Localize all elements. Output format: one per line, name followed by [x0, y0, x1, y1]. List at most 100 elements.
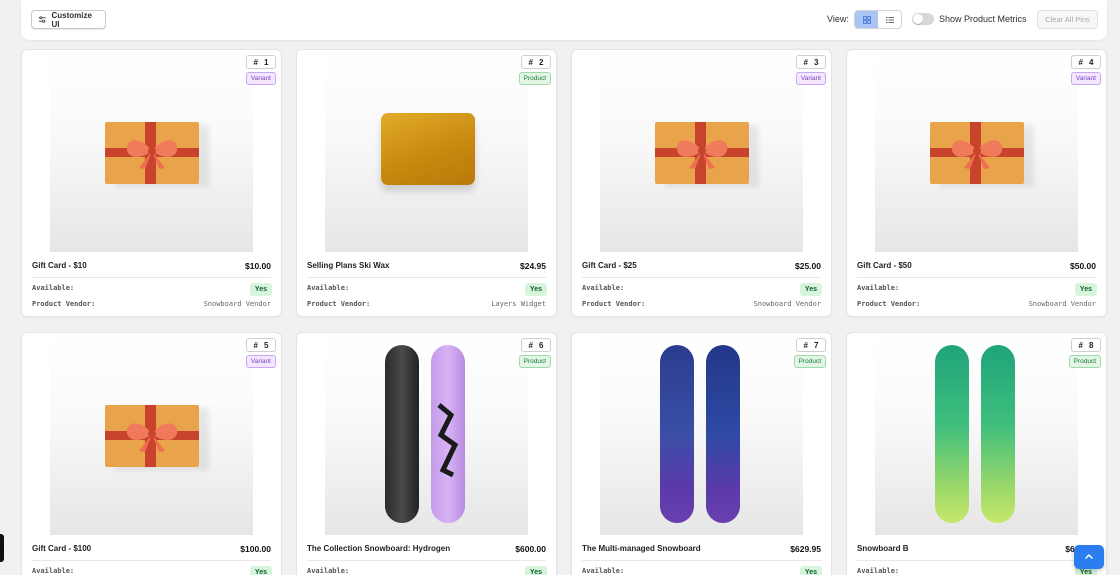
pin-number: 7	[814, 340, 819, 350]
product-price: $629.95	[790, 544, 821, 554]
view-toggle	[854, 10, 902, 29]
clear-all-pins-button[interactable]: Clear All Pins	[1037, 10, 1098, 29]
divider	[32, 560, 271, 561]
pin-number: 8	[1089, 340, 1094, 350]
type-badge: Variant	[795, 72, 826, 85]
product-title: Snowboard B	[857, 544, 909, 553]
view-label: View:	[827, 14, 849, 24]
available-label: Available:	[32, 567, 75, 575]
product-image[interactable]	[600, 50, 803, 252]
product-image[interactable]	[875, 50, 1078, 252]
pin-badge[interactable]: #7	[796, 338, 826, 352]
divider	[32, 277, 271, 278]
type-badge: Variant	[245, 72, 276, 85]
side-panel-handle[interactable]	[0, 534, 4, 562]
vendor-value: Snowboard Vendor	[1028, 300, 1096, 308]
divider	[582, 560, 821, 561]
product-title: Selling Plans Ski Wax	[307, 261, 390, 270]
pin-hash: #	[1078, 57, 1083, 67]
vendor-label: Product Vendor:	[857, 300, 921, 308]
pin-badge[interactable]: #4	[1071, 55, 1101, 69]
available-value: Yes	[524, 283, 547, 296]
vendor-value: Snowboard Vendor	[203, 300, 271, 308]
product-image[interactable]	[50, 50, 253, 252]
product-image[interactable]	[50, 333, 253, 535]
product-title: The Collection Snowboard: Hydrogen	[307, 544, 451, 553]
available-value: Yes	[249, 566, 272, 575]
pin-badge[interactable]: #2	[521, 55, 551, 69]
product-metrics-toggle[interactable]	[912, 13, 934, 25]
available-label: Available:	[582, 284, 625, 292]
product-title: The Multi-managed Snowboard	[582, 544, 701, 553]
customize-ui-label: Customize UI	[51, 10, 92, 29]
pin-badge[interactable]: #3	[796, 55, 826, 69]
product-price: $24.95	[520, 261, 546, 271]
pin-number: 2	[539, 57, 544, 67]
pin-badge[interactable]: #6	[521, 338, 551, 352]
product-card[interactable]: #7 Product The Multi-managed Snowboard $629…	[571, 332, 832, 575]
vendor-value: Layers Widget	[491, 300, 546, 308]
available-value: Yes	[799, 283, 822, 296]
grid-icon	[862, 15, 871, 24]
divider	[582, 277, 821, 278]
gift-card-image	[105, 405, 199, 467]
pin-number: 1	[264, 57, 269, 67]
product-card[interactable]: #4 Variant Gift Card - $50 $50.00 Available:…	[846, 49, 1107, 317]
available-label: Available:	[32, 284, 75, 292]
available-value: Yes	[1074, 283, 1097, 296]
customize-ui-button[interactable]: Customize UI	[31, 10, 106, 29]
available-label: Available:	[857, 284, 900, 292]
pin-badge[interactable]: #8	[1071, 338, 1101, 352]
available-label: Available:	[857, 567, 900, 575]
product-image[interactable]	[325, 50, 528, 252]
product-card[interactable]: #2 Product Selling Plans Ski Wax $24.95 Avai…	[296, 49, 557, 317]
vendor-label: Product Vendor:	[307, 300, 371, 308]
grid-view-button[interactable]	[855, 11, 878, 28]
pin-hash: #	[528, 340, 533, 350]
pin-number: 6	[539, 340, 544, 350]
product-metrics-label: Show Product Metrics	[939, 14, 1027, 24]
type-badge: Product	[518, 72, 551, 85]
pin-badge[interactable]: #1	[246, 55, 276, 69]
available-value: Yes	[799, 566, 822, 575]
type-badge: Variant	[1070, 72, 1101, 85]
list-icon	[885, 16, 894, 23]
product-price: $10.00	[245, 261, 271, 271]
product-card[interactable]: #5 Variant Gift Card - $100 $100.00 Availabl…	[21, 332, 282, 575]
toggle-knob	[913, 14, 923, 24]
toolbar: Customize UI View: Show Product Metrics …	[21, 0, 1107, 40]
divider	[307, 277, 546, 278]
pin-number: 3	[814, 57, 819, 67]
divider	[307, 560, 546, 561]
pin-badge[interactable]: #5	[246, 338, 276, 352]
product-image[interactable]	[875, 333, 1078, 535]
available-label: Available:	[307, 567, 350, 575]
product-card[interactable]: #1 Variant Gift Card - $10 $10.00 Available:…	[21, 49, 282, 317]
product-card[interactable]: #8ProductSnowboard B$629.95Available:Yes…	[846, 332, 1107, 575]
product-image[interactable]	[600, 333, 803, 535]
product-title: Gift Card - $100	[32, 544, 92, 553]
gift-card-image	[655, 122, 749, 184]
scroll-to-top-button[interactable]	[1074, 545, 1104, 569]
available-value: Yes	[249, 283, 272, 296]
pin-hash: #	[528, 57, 533, 67]
product-image[interactable]	[325, 333, 528, 535]
pin-hash: #	[253, 340, 258, 350]
available-label: Available:	[307, 284, 350, 292]
type-badge: Variant	[245, 355, 276, 368]
product-price: $600.00	[515, 544, 546, 554]
type-badge: Product	[793, 355, 826, 368]
product-card[interactable]: #6 Product The Collection Snowboard: Hydro…	[296, 332, 557, 575]
sliders-icon	[38, 16, 46, 23]
list-view-button[interactable]	[878, 11, 901, 28]
divider	[857, 277, 1096, 278]
pin-number: 5	[264, 340, 269, 350]
product-title: Gift Card - $10	[32, 261, 87, 270]
product-card[interactable]: #3 Variant Gift Card - $25 $25.00 Available:…	[571, 49, 832, 317]
product-price: $100.00	[240, 544, 271, 554]
gift-card-image	[105, 122, 199, 184]
pin-hash: #	[253, 57, 258, 67]
type-badge: Product	[518, 355, 551, 368]
product-price: $50.00	[1070, 261, 1096, 271]
arrow-up-icon	[1085, 554, 1093, 559]
